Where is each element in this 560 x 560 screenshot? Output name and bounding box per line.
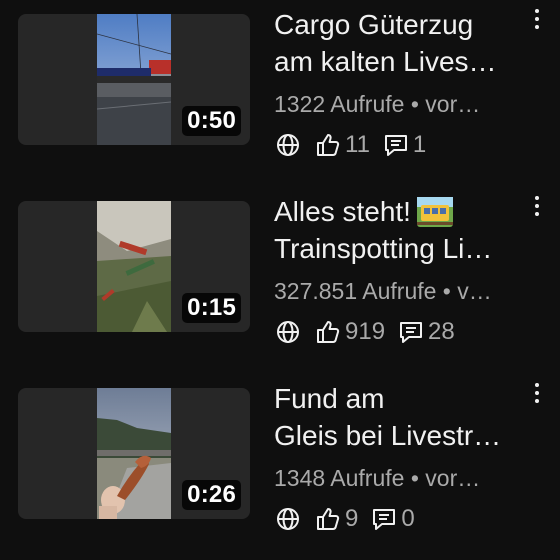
globe-icon bbox=[274, 318, 302, 346]
thumbnail-image bbox=[97, 201, 171, 332]
comment-icon bbox=[370, 505, 398, 533]
mountain-railway-emoji bbox=[416, 197, 453, 227]
video-list-item[interactable]: 0:50 Cargo Güterzug am kalten Lives… 132… bbox=[0, 0, 560, 186]
more-vert-icon[interactable] bbox=[532, 8, 542, 34]
like-count: 919 bbox=[345, 318, 386, 345]
video-stats: 9 0 bbox=[274, 505, 427, 533]
thumbs-up-icon bbox=[314, 131, 342, 159]
thumbnail-image bbox=[97, 388, 171, 519]
thumbs-up-icon bbox=[314, 318, 342, 346]
like-count: 9 bbox=[345, 505, 359, 532]
video-duration: 0:50 bbox=[182, 106, 241, 136]
video-thumbnail[interactable]: 0:26 bbox=[18, 388, 250, 519]
video-metadata: 1322 Aufrufe • vor… bbox=[274, 91, 481, 117]
video-metadata: 1348 Aufrufe • vor… bbox=[274, 465, 481, 491]
comment-count: 1 bbox=[412, 131, 427, 158]
video-title-line: Trainspotting Li… bbox=[274, 233, 493, 264]
thumbs-up-icon bbox=[314, 505, 342, 533]
video-duration: 0:26 bbox=[182, 480, 241, 510]
video-metadata: 327.851 Aufrufe • v… bbox=[274, 278, 492, 304]
thumbnail-image bbox=[97, 14, 171, 145]
comment-icon bbox=[397, 318, 425, 346]
video-thumbnail[interactable]: 0:50 bbox=[18, 14, 250, 145]
comment-icon bbox=[382, 131, 410, 159]
like-count: 11 bbox=[345, 131, 370, 158]
video-title[interactable]: Cargo Güterzug am kalten Lives… bbox=[274, 6, 524, 80]
video-title-line: Fund am bbox=[274, 383, 385, 414]
video-duration: 0:15 bbox=[182, 293, 241, 323]
video-title-line: Alles steht! bbox=[274, 196, 411, 227]
video-thumbnail[interactable]: 0:15 bbox=[18, 201, 250, 332]
video-title-line: Gleis bei Livestr… bbox=[274, 420, 502, 451]
more-vert-icon[interactable] bbox=[532, 195, 542, 221]
video-title-line: Cargo Güterzug bbox=[274, 9, 474, 40]
globe-icon bbox=[274, 131, 302, 159]
comment-count: 0 bbox=[401, 505, 415, 532]
globe-icon bbox=[274, 505, 302, 533]
video-list-item[interactable]: 0:15 Alles steht! Trainspotting Li… 327.… bbox=[0, 186, 560, 373]
video-stats: 11 1 bbox=[274, 131, 438, 159]
video-title-line: am kalten Lives… bbox=[274, 46, 497, 77]
comment-count: 28 bbox=[428, 318, 455, 345]
video-title[interactable]: Alles steht! Trainspotting Li… bbox=[274, 193, 524, 267]
video-list-item[interactable]: 0:26 Fund am Gleis bei Livestr… 1348 Auf… bbox=[0, 373, 560, 560]
video-stats: 919 28 bbox=[274, 318, 467, 346]
more-vert-icon[interactable] bbox=[532, 382, 542, 408]
video-title[interactable]: Fund am Gleis bei Livestr… bbox=[274, 380, 524, 454]
